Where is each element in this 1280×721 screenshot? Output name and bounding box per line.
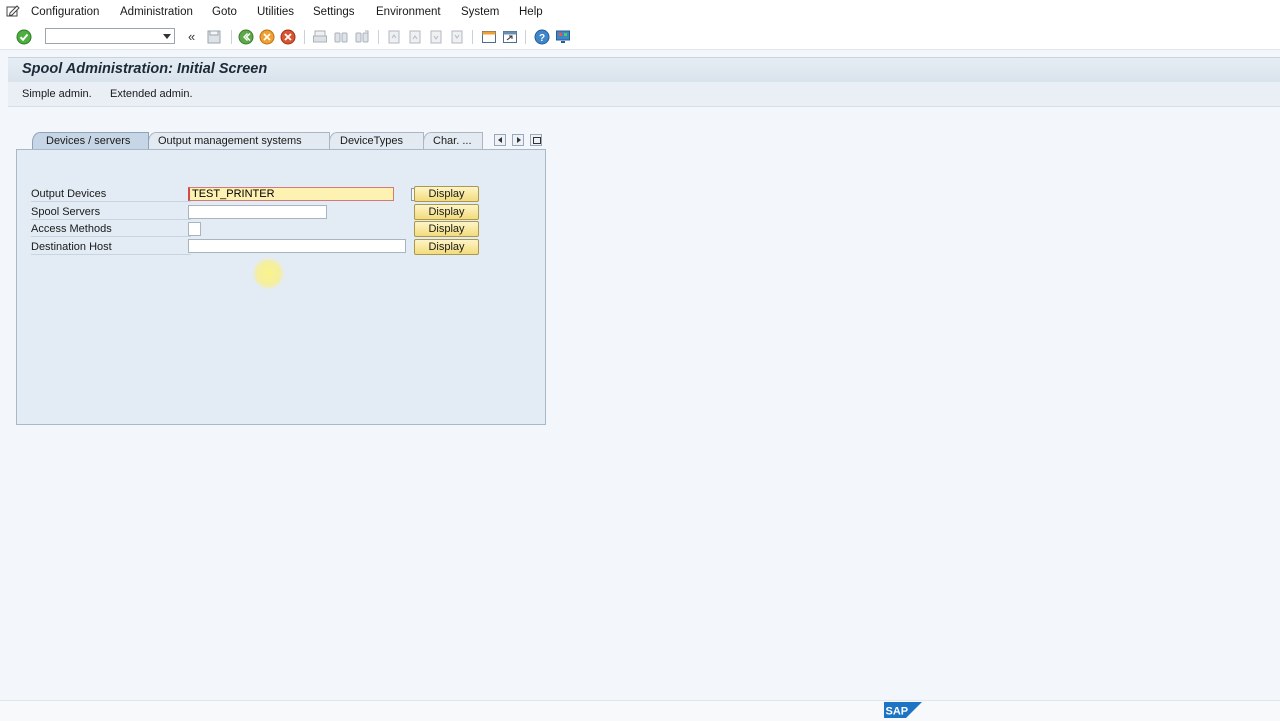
svg-text:SAP: SAP [886,706,909,718]
previous-page-icon[interactable] [407,29,423,45]
display-spool-servers-button[interactable]: Display [414,204,479,220]
screen-title-bar: Spool Administration: Initial Screen [8,57,1280,83]
tab-label: Output management systems [158,135,302,147]
tab-scroll-left-icon[interactable] [494,134,506,146]
next-page-icon[interactable] [428,29,444,45]
menu-customize-icon[interactable] [6,5,20,18]
tab-label: Char. ... [433,135,472,147]
standard-toolbar: « ? [0,25,1280,50]
tab-devicetypes[interactable]: DeviceTypes [329,132,424,149]
spool-servers-input[interactable] [191,206,322,218]
tab-scroll-right-icon[interactable] [512,134,524,146]
simple-admin-button[interactable]: Simple admin. [22,88,92,100]
tab-output-management-systems[interactable]: Output management systems [148,132,330,149]
tab-label: DeviceTypes [340,135,403,147]
destination-host-field[interactable] [188,239,406,253]
find-icon[interactable] [333,29,349,45]
display-output-devices-button[interactable]: Display [414,186,479,202]
tab-list-icon[interactable] [530,134,542,146]
menu-help[interactable]: Help [519,6,543,18]
toolbar-separator [472,30,473,44]
cursor-highlight [253,258,284,289]
menu-system[interactable]: System [461,6,499,18]
exit-icon[interactable] [259,29,275,45]
menu-utilities[interactable]: Utilities [257,6,294,18]
sap-logo: SAP [884,702,922,718]
new-session-icon[interactable] [481,29,497,45]
menu-configuration[interactable]: Configuration [31,6,99,18]
toolbar-separator [231,30,232,44]
collapse-command-field-icon[interactable]: « [188,29,195,44]
cancel-icon[interactable] [280,29,296,45]
display-access-methods-button[interactable]: Display [414,221,479,237]
output-devices-field[interactable] [188,187,394,201]
destination-host-input[interactable] [191,240,397,252]
menu-environment[interactable]: Environment [376,6,441,18]
customize-layout-icon[interactable] [555,29,571,45]
menu-administration[interactable]: Administration [120,6,193,18]
access-methods-input[interactable] [191,223,202,235]
tab-devices-servers[interactable]: Devices / servers [32,132,149,149]
back-icon[interactable] [238,29,254,45]
save-icon[interactable] [206,29,222,45]
last-page-icon[interactable] [449,29,465,45]
toolbar-separator [525,30,526,44]
destination-host-label: Destination Host [31,241,191,255]
command-field[interactable] [45,28,175,44]
svg-text:?: ? [539,33,545,44]
command-input[interactable] [48,30,162,44]
page-title: Spool Administration: Initial Screen [22,61,268,77]
first-page-icon[interactable] [386,29,402,45]
enter-checkmark-icon[interactable] [16,29,32,45]
shortcut-icon[interactable] [502,29,518,45]
display-destination-host-button[interactable]: Display [414,239,479,255]
devices-servers-panel: Output Devices Display Spool Servers Dis… [16,149,546,425]
access-methods-label: Access Methods [31,223,191,237]
menu-settings[interactable]: Settings [313,6,355,18]
status-bar [0,700,1280,721]
application-toolbar: Simple admin. Extended admin. [8,82,1280,107]
menu-bar: Configuration Administration Goto Utilit… [0,0,1280,26]
tab-char[interactable]: Char. ... [423,132,483,149]
find-next-icon[interactable] [354,29,370,45]
extended-admin-button[interactable]: Extended admin. [110,88,193,100]
print-icon[interactable] [312,29,328,45]
access-methods-field[interactable] [188,222,202,236]
output-devices-input[interactable] [192,188,385,200]
menu-goto[interactable]: Goto [212,6,237,18]
spool-servers-field[interactable] [188,205,327,219]
output-devices-label: Output Devices [31,188,191,202]
chevron-down-icon[interactable] [163,34,171,39]
tab-label: Devices / servers [46,135,131,147]
toolbar-separator [304,30,305,44]
toolbar-separator [378,30,379,44]
help-icon[interactable]: ? [534,29,550,45]
spool-servers-label: Spool Servers [31,206,191,220]
